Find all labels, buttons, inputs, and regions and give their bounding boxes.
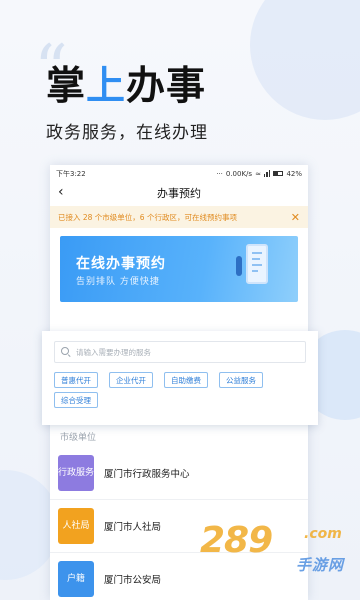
phone-illustration-icon <box>246 244 268 284</box>
unit-icon: 行政服务 <box>58 455 94 491</box>
promo-title-part: 掌 <box>46 63 87 109</box>
banner-subtitle: 告别排队 方便快捷 <box>76 277 160 287</box>
wifi-icon: ≈ <box>255 169 261 178</box>
service-chips: 普惠代开 企业代开 自助缴费 公益服务 综合受理 <box>54 372 306 408</box>
promo-title-highlight: 上 <box>86 63 127 109</box>
search-box[interactable] <box>54 341 306 363</box>
list-item[interactable]: 行政服务 厦门市行政服务中心 <box>50 447 308 500</box>
watermark-domain: .com <box>304 526 342 542</box>
notice-banner: 已接入 28 个市级单位，6 个行政区，可在线预约事项 ✕ <box>50 206 308 228</box>
status-bar: 下午3:22 ··· 0.00K/s ≈ 42% <box>50 165 308 182</box>
promo-title: 掌上办事 <box>46 62 206 110</box>
notice-text: 已接入 28 个市级单位，6 个行政区，可在线预约事项 <box>58 212 237 222</box>
promo-subtitle: 政务服务，在线办理 <box>46 123 208 143</box>
promo-banner[interactable]: 在线办事预约 告别排队 方便快捷 <box>60 236 298 302</box>
unit-label: 厦门市公安局 <box>104 575 162 586</box>
chip-service[interactable]: 自助缴费 <box>164 372 208 388</box>
promo-title-part: 办事 <box>126 63 207 109</box>
unit-icon: 户籍 <box>58 561 94 597</box>
person-illustration-icon <box>236 256 242 276</box>
site-watermark-logo: 289 .com 手游网 <box>200 520 350 590</box>
chip-service[interactable]: 企业代开 <box>109 372 153 388</box>
net-speed: 0.00K/s <box>225 169 253 178</box>
signal-icon <box>263 170 271 177</box>
decor-circle <box>250 0 360 120</box>
battery-level: 42% <box>286 169 302 178</box>
close-icon[interactable]: ✕ <box>291 211 300 224</box>
section-label: 市级单位 <box>60 433 97 443</box>
chip-service[interactable]: 普惠代开 <box>54 372 98 388</box>
menu-dots-icon: ··· <box>216 169 223 178</box>
watermark-name: 手游网 <box>296 556 345 574</box>
status-time: 下午3:22 <box>56 169 86 178</box>
watermark-number: 289 <box>200 520 273 561</box>
chip-service[interactable]: 综合受理 <box>54 392 98 408</box>
chip-service[interactable]: 公益服务 <box>219 372 263 388</box>
status-indicators: ··· 0.00K/s ≈ 42% <box>216 170 302 178</box>
search-icon <box>61 347 71 357</box>
search-card: 普惠代开 企业代开 自助缴费 公益服务 综合受理 <box>42 331 318 425</box>
unit-label: 厦门市行政服务中心 <box>104 469 190 480</box>
nav-bar: ‹ 办事预约 <box>50 182 308 204</box>
back-arrow-icon[interactable]: ‹ <box>58 185 64 199</box>
banner-title: 在线办事预约 <box>76 256 166 272</box>
unit-label: 厦门市人社局 <box>104 522 162 533</box>
page-title: 办事预约 <box>157 187 201 200</box>
battery-icon <box>273 171 284 176</box>
unit-icon: 人社局 <box>58 508 94 544</box>
search-input[interactable] <box>76 347 299 357</box>
